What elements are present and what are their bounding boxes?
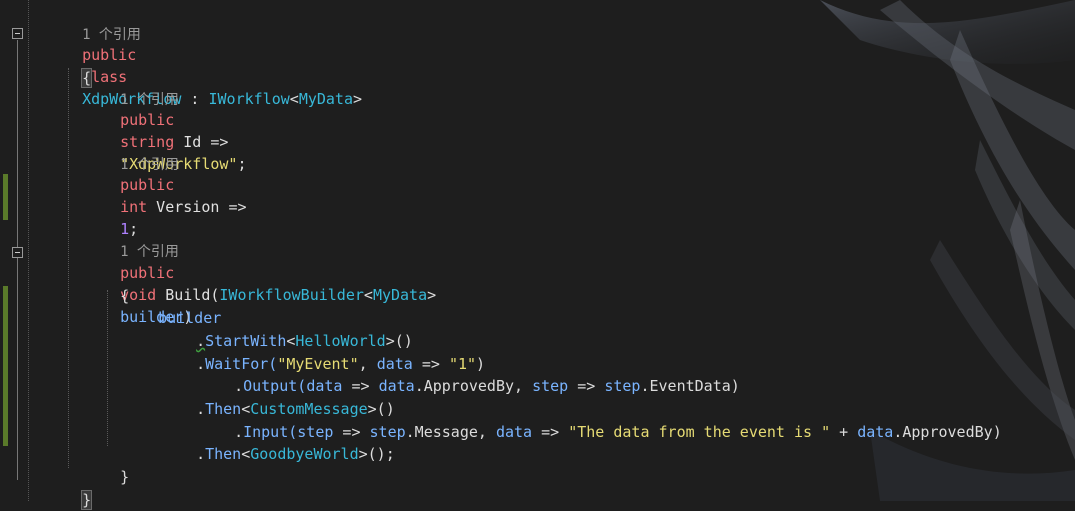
brace-highlight: { [81,68,93,88]
punctuation: . [196,355,206,373]
parameter-type: IWorkflowBuilder [219,286,364,304]
indent-guide [68,68,69,468]
member-access: .ApprovedBy [893,423,993,441]
member-access: .Message [405,423,478,441]
code-line-then-custom-message[interactable]: .Then<CustomMessage>() [178,376,395,418]
operator: => [532,423,569,441]
method-call: Then [205,445,242,463]
keyword: int [120,198,148,216]
lambda-parameter: step [532,377,569,395]
keyword: public [120,176,175,194]
code-line-open-brace[interactable]: { [64,45,93,88]
operator: => [228,198,247,216]
punctuation: } [120,468,130,486]
punctuation: , [477,423,496,441]
lambda-parameter: data [495,423,533,441]
type-argument: MyData [372,286,428,304]
variable-name: step [604,377,641,395]
code-lens[interactable]: 1 个引用 [64,1,141,43]
punctuation: > [353,90,363,108]
brace-highlight: } [81,490,93,510]
punctuation: ) [992,423,1002,441]
string-literal: "The data from the event is " [568,423,831,441]
punctuation: >(); [358,445,395,463]
fold-region-line [17,40,18,480]
operator: + [830,423,858,441]
code-line-class-declaration[interactable]: public class XdpWorkflow : IWorkflow<MyD… [64,22,362,108]
margin-divider [28,0,30,501]
code-lens[interactable]: 1 个引用 [102,66,179,108]
member-access: .ApprovedBy [414,377,515,395]
code-lens[interactable]: 1 个引用 [102,131,179,173]
punctuation: > [427,286,437,304]
code-line-method-open-brace[interactable]: { [102,263,129,305]
punctuation: , [514,377,533,395]
property-name: Version [147,198,229,216]
code-line-input[interactable]: .Input(step => step.Message, data => "Th… [216,399,1002,441]
collapse-toggle-icon[interactable] [12,247,23,258]
type-argument: MyData [298,90,353,108]
code-line-version-property[interactable]: public int Version => 1; [102,152,246,238]
change-marker [3,174,8,220]
code-line-id-property[interactable]: public string Id => "XdpWorkflow"; [102,87,246,173]
type-argument: GoodbyeWorld [250,445,359,463]
collapse-toggle-icon[interactable] [12,28,23,39]
operator: => [568,377,605,395]
code-line-build-method[interactable]: public void Build(IWorkflowBuilder<MyDat… [102,240,436,326]
property-name: Id [174,133,211,151]
punctuation: ) [730,377,740,395]
operator: => [210,133,229,151]
change-marker [3,286,8,446]
variable-name: data [857,423,894,441]
punctuation: < [241,445,251,463]
keyword: public [120,111,175,129]
code-line-output[interactable]: .Output(data => data.ApprovedBy, step =>… [216,353,740,395]
member-access: .EventData [640,377,731,395]
punctuation: < [289,90,299,108]
punctuation: . [196,445,206,463]
punctuation: < [363,286,373,304]
code-lens[interactable]: 1 个引用 [102,218,179,260]
editor-gutter [0,0,56,501]
code-line-then-goodbye-world[interactable]: .Then<GoodbyeWorld>(); [178,421,395,463]
code-line-builder[interactable]: builder [140,285,221,327]
punctuation: . [196,400,206,418]
code-line-method-close-brace[interactable]: } [102,444,129,486]
code-line-close-brace[interactable]: } [64,467,93,510]
code-line-start-with[interactable]: .StartWith<HelloWorld>() [178,308,413,350]
punctuation: { [120,287,130,305]
code-line-wait-for[interactable]: .WaitFor("MyEvent", data => "1") [178,331,485,373]
